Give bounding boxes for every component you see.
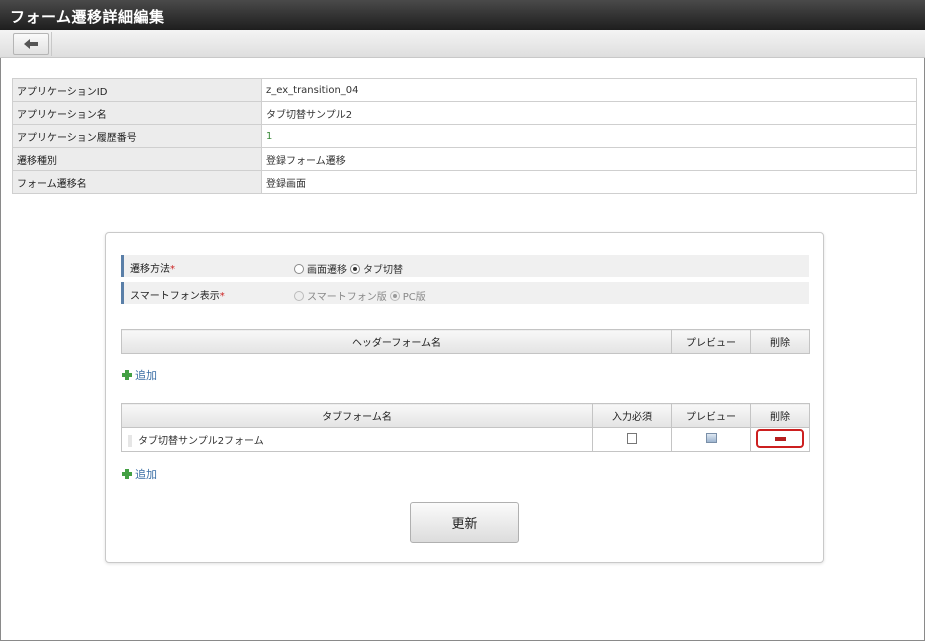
method-options: 画面遷移 タブ切替 (289, 255, 403, 277)
tab-form-table: タブフォーム名 入力必須 プレビュー 削除 タブ切替サンプル2フォーム (121, 403, 810, 452)
smartphone-options: スマートフォン版 PC版 (289, 282, 426, 304)
edit-panel: 遷移方法* 画面遷移 タブ切替 スマートフォン表示* スマートフォン版 PC版 … (105, 232, 824, 563)
info-label: アプリケーションID (12, 78, 262, 102)
toolbar-divider (51, 32, 52, 56)
info-value: 登録画面 (261, 170, 917, 194)
info-value: 登録フォーム遷移 (261, 147, 917, 171)
tab-form-name: タブ切替サンプル2フォーム (138, 436, 264, 447)
add-header-form-link[interactable]: 追加 (122, 367, 157, 383)
smartphone-label: スマートフォン表示* (121, 282, 289, 304)
table-row: タブ切替サンプル2フォーム (121, 427, 810, 452)
delete-cell (750, 427, 810, 452)
method-label: 遷移方法* (121, 255, 289, 277)
window-title: フォーム遷移詳細編集 (0, 0, 925, 30)
add-tab-form-link[interactable]: 追加 (122, 466, 157, 482)
info-label: アプリケーション名 (12, 101, 262, 125)
tab-form-name-cell: タブ切替サンプル2フォーム (121, 427, 593, 452)
col-delete: 削除 (750, 403, 810, 428)
col-input-required: 入力必須 (592, 403, 672, 428)
preview-icon[interactable] (705, 433, 717, 443)
radio-smartphone-version-label: スマートフォン版 (307, 292, 387, 303)
plus-icon (122, 469, 132, 479)
delete-button[interactable] (756, 428, 804, 448)
add-label: 追加 (135, 369, 157, 382)
info-row: 遷移種別 登録フォーム遷移 (12, 147, 917, 171)
radio-pc-version-label: PC版 (402, 292, 426, 303)
header-form-table: ヘッダーフォーム名 プレビュー 削除 (121, 329, 810, 354)
info-row: アプリケーションID z_ex_transition_04 (12, 78, 917, 102)
info-value: タブ切替サンプル2 (261, 101, 917, 125)
smartphone-label-text: スマートフォン表示 (130, 291, 220, 302)
info-label: 遷移種別 (12, 147, 262, 171)
add-label: 追加 (135, 468, 157, 481)
col-preview: プレビュー (671, 403, 751, 428)
arrow-left-icon (24, 39, 38, 49)
col-preview: プレビュー (671, 329, 751, 354)
info-row: アプリケーション名 タブ切替サンプル2 (12, 101, 917, 125)
info-row: アプリケーション履歴番号 1 (12, 124, 917, 148)
back-button[interactable] (13, 33, 49, 55)
info-label: フォーム遷移名 (12, 170, 262, 194)
info-value: z_ex_transition_04 (261, 78, 917, 102)
col-header-form-name: ヘッダーフォーム名 (121, 329, 672, 354)
radio-screen-transition-label: 画面遷移 (307, 265, 347, 276)
info-row: フォーム遷移名 登録画面 (12, 170, 917, 194)
radio-smartphone-version (294, 290, 304, 301)
radio-tab-switch-label: タブ切替 (363, 265, 403, 276)
drag-handle-icon[interactable] (128, 435, 132, 447)
smartphone-row: スマートフォン表示* スマートフォン版 PC版 (121, 282, 809, 305)
radio-tab-switch[interactable] (350, 263, 360, 274)
radio-pc-version (389, 290, 400, 301)
method-label-text: 遷移方法 (130, 264, 170, 275)
col-delete: 削除 (750, 329, 810, 354)
input-required-checkbox[interactable] (627, 432, 637, 444)
info-value: 1 (261, 124, 917, 148)
update-button[interactable]: 更新 (410, 502, 519, 543)
preview-cell (671, 427, 751, 452)
application-info-table: アプリケーションID z_ex_transition_04 アプリケーション名 … (12, 78, 917, 194)
required-mark: * (170, 264, 175, 275)
toolbar (0, 30, 925, 58)
radio-screen-transition[interactable] (294, 263, 304, 274)
method-row: 遷移方法* 画面遷移 タブ切替 (121, 255, 809, 278)
col-tab-form-name: タブフォーム名 (121, 403, 593, 428)
info-label: アプリケーション履歴番号 (12, 124, 262, 148)
plus-icon (122, 370, 132, 380)
required-mark: * (219, 291, 225, 302)
input-required-cell (592, 427, 672, 452)
